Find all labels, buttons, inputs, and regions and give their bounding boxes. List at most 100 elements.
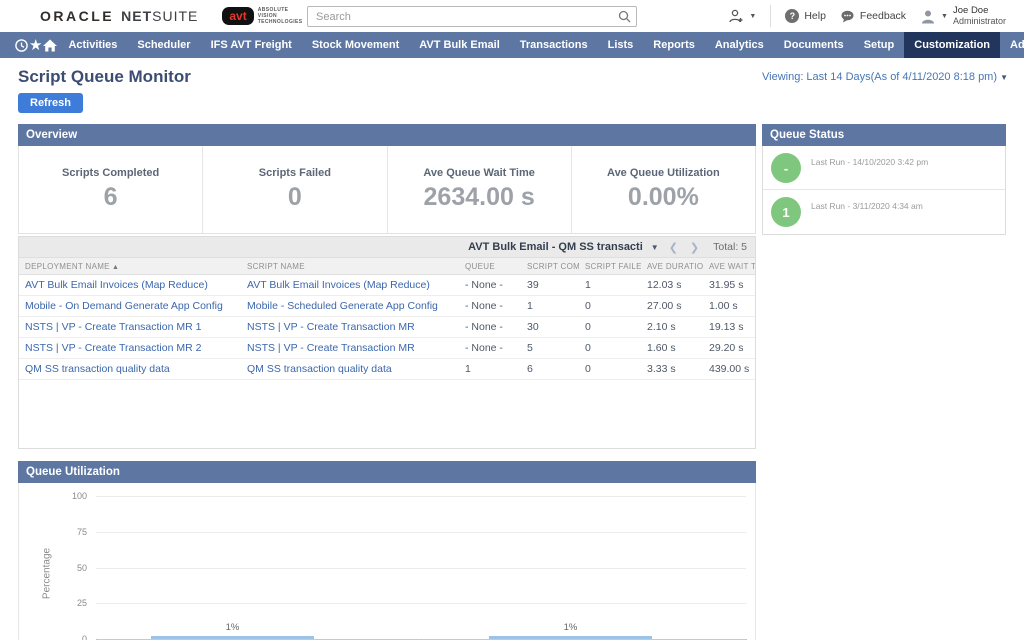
metric: Ave Queue Utilization0.00% xyxy=(571,146,755,233)
record-link[interactable]: Mobile - On Demand Generate App Config xyxy=(25,300,223,312)
feedback-button[interactable]: Feedback xyxy=(840,10,906,23)
bar-value-label: 1% xyxy=(151,622,314,633)
column-header[interactable]: SCRIPT NAME xyxy=(241,262,459,271)
nav-item-stock-movement[interactable]: Stock Movement xyxy=(302,32,409,58)
nav-item-reports[interactable]: Reports xyxy=(643,32,705,58)
nav-item-lists[interactable]: Lists xyxy=(598,32,644,58)
table-cell: 1.00 s xyxy=(703,300,755,312)
column-header[interactable]: SCRIPT COMP... xyxy=(521,262,579,271)
record-link[interactable]: AVT Bulk Email Invoices (Map Reduce) xyxy=(247,279,430,291)
queue-status-last-run: Last Run - 3/11/2020 4:34 am xyxy=(811,201,923,227)
user-role: Administrator xyxy=(953,16,1006,26)
table-cell: 30 xyxy=(521,321,579,333)
netsuite-wordmark: NETSUITE xyxy=(121,8,198,24)
queue-status-badge: 1 xyxy=(771,197,801,227)
column-header[interactable]: QUEUE xyxy=(459,262,521,271)
queue-status-panel: Queue Status -Last Run - 14/10/2020 3:42… xyxy=(762,124,1006,235)
nav-item-activities[interactable]: Activities xyxy=(58,32,127,58)
queue-utilization-panel: Queue Utilization Percentage 02550751001… xyxy=(18,461,756,640)
chevron-down-icon[interactable]: ▼ xyxy=(651,243,659,252)
table-cell: 19.13 s xyxy=(703,321,755,333)
nav-item-scheduler[interactable]: Scheduler xyxy=(127,32,200,58)
chevron-down-icon: ▼ xyxy=(941,13,948,20)
nav-item-setup[interactable]: Setup xyxy=(854,32,905,58)
search-input[interactable] xyxy=(307,6,637,27)
help-button[interactable]: ? Help xyxy=(785,9,826,23)
nav-items: ActivitiesSchedulerIFS AVT FreightStock … xyxy=(58,32,1024,58)
utilization-bar xyxy=(151,636,314,639)
help-icon: ? xyxy=(785,9,799,23)
global-search xyxy=(307,6,637,27)
home-icon[interactable] xyxy=(42,32,58,58)
recent-records-icon[interactable] xyxy=(14,32,29,58)
table-cell: NSTS | VP - Create Transaction MR xyxy=(241,342,459,354)
table-cell: 1 xyxy=(459,363,521,375)
table-cell: AVT Bulk Email Invoices (Map Reduce) xyxy=(241,279,459,291)
nav-item-ifs-avt-freight[interactable]: IFS AVT Freight xyxy=(201,32,302,58)
table-cell: 0 xyxy=(579,342,641,354)
metric: Scripts Completed6 xyxy=(19,146,202,233)
overview-panel-title: Overview xyxy=(18,124,756,146)
column-header[interactable]: DEPLOYMENT NAME ▲ xyxy=(19,262,241,271)
gridline xyxy=(96,532,746,533)
queue-utilization-title: Queue Utilization xyxy=(18,461,756,483)
oracle-netsuite-logo: ORACLE NETSUITE xyxy=(40,8,198,24)
record-link[interactable]: NSTS | VP - Create Transaction MR 1 xyxy=(25,321,201,333)
table-cell: NSTS | VP - Create Transaction MR 1 xyxy=(19,321,241,333)
table-cell: 12.03 s xyxy=(641,279,703,291)
queue-status-last-run: Last Run - 14/10/2020 3:42 pm xyxy=(811,157,928,182)
column-header[interactable]: AVE DURATIO... xyxy=(641,262,703,271)
queue-status-list: -Last Run - 14/10/2020 3:42 pm1Last Run … xyxy=(762,146,1006,235)
gridline xyxy=(96,568,746,569)
overview-panel: Overview Scripts Completed6 Scripts Faile… xyxy=(18,124,756,234)
queue-status-item: 1 Last Run - 3/11/2020 4:34 am xyxy=(763,190,1005,234)
table-cell: NSTS | VP - Create Transaction MR xyxy=(241,321,459,333)
table-cell: 0 xyxy=(579,363,641,375)
utilization-bar xyxy=(489,636,652,639)
y-tick-label: 0 xyxy=(49,634,87,640)
user-name: Joe Doe xyxy=(953,6,1006,16)
table-cell: 39 xyxy=(521,279,579,291)
table-cell: 2.10 s xyxy=(641,321,703,333)
shortcuts-star-icon[interactable]: ★ xyxy=(29,32,42,58)
nav-item-administration-controls[interactable]: Administration & Controls xyxy=(1000,32,1024,58)
table-cell: - None - xyxy=(459,342,521,354)
nav-item-documents[interactable]: Documents xyxy=(774,32,854,58)
y-tick-label: 25 xyxy=(49,598,87,608)
record-link[interactable]: QM SS transaction quality data xyxy=(247,363,392,375)
nav-item-customization[interactable]: Customization xyxy=(904,32,1000,58)
record-link[interactable]: NSTS | VP - Create Transaction MR 2 xyxy=(25,342,201,354)
column-header[interactable]: SCRIPT FAILE... xyxy=(579,262,641,271)
nav-item-analytics[interactable]: Analytics xyxy=(705,32,774,58)
table-cell: 439.00 s xyxy=(703,363,755,375)
nav-item-avt-bulk-email[interactable]: AVT Bulk Email xyxy=(409,32,509,58)
table-cell: 1 xyxy=(521,300,579,312)
search-icon[interactable] xyxy=(618,10,631,23)
table-cell: 27.00 s xyxy=(641,300,703,312)
add-record-icon xyxy=(728,9,744,23)
user-menu[interactable]: ▼ Joe Doe Administrator xyxy=(920,6,1006,26)
deployment-selector[interactable]: AVT Bulk Email - QM SS transacti xyxy=(468,241,643,253)
table-cell: - None - xyxy=(459,300,521,312)
record-link[interactable]: NSTS | VP - Create Transaction MR xyxy=(247,342,415,354)
record-link[interactable]: Mobile - Scheduled Generate App Config xyxy=(247,300,438,312)
column-header[interactable]: AVE WAIT TIM... xyxy=(703,262,755,271)
viewing-range-dropdown[interactable]: Viewing: Last 14 Days(As of 4/11/2020 8:… xyxy=(762,71,1008,83)
metric-label: Scripts Failed xyxy=(259,167,331,179)
prev-page-button[interactable]: ❮ xyxy=(667,241,680,254)
table-cell: QM SS transaction quality data xyxy=(19,363,241,375)
table-cell: 3.33 s xyxy=(641,363,703,375)
record-link[interactable]: NSTS | VP - Create Transaction MR xyxy=(247,321,415,333)
refresh-button[interactable]: Refresh xyxy=(18,93,83,113)
next-page-button[interactable]: ❯ xyxy=(688,241,701,254)
nav-item-transactions[interactable]: Transactions xyxy=(510,32,598,58)
metric-value: 0 xyxy=(288,183,302,212)
avt-logo-text: ABSOLUTE VISION TECHNOLOGIES xyxy=(258,7,303,25)
quick-add-button[interactable]: ▼ xyxy=(728,9,756,23)
record-link[interactable]: AVT Bulk Email Invoices (Map Reduce) xyxy=(25,279,208,291)
y-tick-label: 50 xyxy=(49,563,87,573)
queue-utilization-chart: Percentage 02550751001%1% xyxy=(18,483,756,640)
chevron-down-icon: ▼ xyxy=(749,13,756,20)
record-link[interactable]: QM SS transaction quality data xyxy=(25,363,170,375)
table-row: Mobile - On Demand Generate App Config Mo… xyxy=(19,296,755,317)
